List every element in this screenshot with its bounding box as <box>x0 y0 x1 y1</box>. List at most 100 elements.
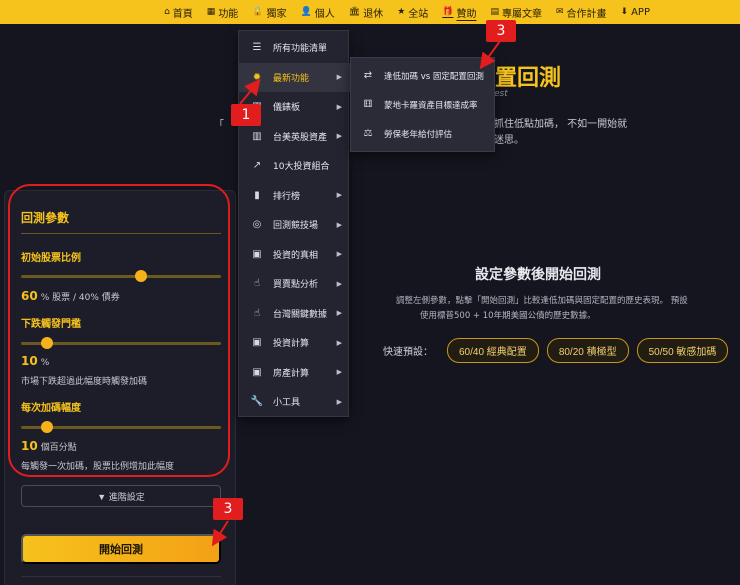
nav-item-6[interactable]: 🎁 贊助 <box>442 5 476 20</box>
new-features-submenu: ⇄ 逢低加碼 vs 固定配置回測 ⚅ 蒙地卡羅資產目標達成率 ⚖ 勞保老年給付評估 <box>350 57 495 152</box>
nav-item-label: 個人 <box>314 8 335 20</box>
callout-badge-3-top: 3 <box>486 20 516 42</box>
chevron-right-icon: ▶ <box>336 73 342 81</box>
highlight-ring <box>8 184 230 477</box>
chevron-right-icon: ▶ <box>336 191 342 199</box>
bar-chart-icon: ▮ <box>254 189 260 201</box>
callout-badge-3-bottom: 3 <box>213 498 243 520</box>
nav-item-label: 合作計畫 <box>566 8 607 20</box>
chevron-right-icon: ▶ <box>336 338 342 347</box>
advanced-settings-button[interactable]: ▼ 進階設定 <box>21 485 221 507</box>
page-title: 置回測 <box>495 66 562 91</box>
trend-icon: ↗ <box>252 160 262 171</box>
menu-item-investing-truth[interactable]: ▣ 投資的真相 ▶ <box>239 240 350 269</box>
callout-badge-1: 1 <box>231 104 261 126</box>
dice-icon: ⚅ <box>363 99 373 110</box>
nav-item-2[interactable]: 🔒 獨家 <box>252 5 286 20</box>
target-icon: ◎ <box>252 219 262 230</box>
chevron-right-icon: ▶ <box>336 397 342 406</box>
panel-footer <box>21 576 221 585</box>
document-icon: ▤ <box>490 7 499 17</box>
scale-icon: ⚖ <box>363 128 373 139</box>
handshake-icon: ✉ <box>556 7 564 17</box>
preset-60-40-button[interactable]: 60/40 經典配置 <box>447 338 539 363</box>
chevron-right-icon: ▶ <box>336 279 342 288</box>
wrench-icon: 🔧 <box>250 396 264 407</box>
submenu-item-label: 逢低加碼 vs 固定配置回測 <box>384 71 484 82</box>
nav-item-5[interactable]: ★ 全站 <box>397 5 428 20</box>
menu-item-label: 10大投資組合 <box>273 162 330 172</box>
menu-item-label: 最新功能 <box>273 73 310 84</box>
calculator-icon: ▣ <box>252 248 262 260</box>
menu-item-label: 排行榜 <box>273 191 301 202</box>
nav-item-1[interactable]: ▦ 功能 <box>207 5 239 20</box>
nav-item-label: 獨家 <box>266 8 287 20</box>
submenu-item-monte-carlo[interactable]: ⚅ 蒙地卡羅資產目標達成率 <box>351 90 496 119</box>
nav-item-label: 首頁 <box>172 8 193 20</box>
submenu-item-dip-vs-fixed[interactable]: ⇄ 逢低加碼 vs 固定配置回測 <box>351 61 496 90</box>
menu-item-label: 買賣點分析 <box>273 280 319 290</box>
gear-icon: ✹ <box>252 71 262 83</box>
chevron-right-icon: ▶ <box>336 132 342 140</box>
menu-item-backtest-arena[interactable]: ◎ 回測競技場 ▶ <box>239 210 350 239</box>
menu-item-label: 台美英股資產 <box>273 132 328 143</box>
submenu-item-label: 蒙地卡羅資產目標達成率 <box>384 100 478 111</box>
bank-icon: 🏛 <box>348 7 361 17</box>
quick-presets: 快速預設： 60/40 經典配置 80/20 積極型 50/50 敏感加碼 <box>383 338 729 363</box>
nav-item-label: 功能 <box>218 8 239 20</box>
page-subtitle: est <box>494 89 508 99</box>
menu-item-tw-key-data[interactable]: ☝ 台灣關鍵數據 ▶ <box>239 299 350 328</box>
menu-item-invest-calc[interactable]: ▣ 投資計算 ▶ <box>239 328 350 357</box>
menu-item-label: 投資的真相 <box>273 250 319 261</box>
nav-item-label: 贊助 <box>456 8 477 20</box>
features-dropdown-menu: ☰所有功能清單✹最新功能▶▦儀錶板▶▥台美英股資產▶↗10大投資組合▮排行榜▶◎… <box>238 30 350 417</box>
download-icon: ⬇ <box>620 7 629 17</box>
menu-item-label: 台灣關鍵數據 <box>273 309 328 320</box>
nav-item-4[interactable]: 🏛 退休 <box>349 5 383 20</box>
menu-item-label: 儀錶板 <box>273 103 301 113</box>
grid-icon: ▦ <box>206 7 216 17</box>
nav-item-0[interactable]: ⌂ 首頁 <box>164 5 193 20</box>
empty-state-desc-line2: 使用標普500 + 10年期美國公債的歷史數據。 <box>420 311 596 321</box>
nav-item-label: 全站 <box>408 8 429 20</box>
menu-item-property-calc[interactable]: ▣ 房產計算 ▶ <box>239 358 350 387</box>
calculator-icon: ▣ <box>252 337 262 348</box>
nav-item-label: APP <box>631 6 650 18</box>
swap-icon: ⇄ <box>363 70 373 81</box>
star-icon: ★ <box>397 7 406 17</box>
nav-item-9[interactable]: ⬇ APP <box>621 7 650 18</box>
preset-80-20-button[interactable]: 80/20 積極型 <box>546 338 629 363</box>
start-backtest-button[interactable]: 開始回測 <box>21 534 221 564</box>
gift-icon: 🎁 <box>442 7 454 17</box>
menu-item-label: 房產計算 <box>273 368 310 379</box>
nav-item-3[interactable]: 👤 個人 <box>301 5 335 20</box>
pointer-icon: ☝ <box>253 278 261 289</box>
menu-item-trade-point[interactable]: ☝ 買賣點分析 ▶ <box>239 269 350 298</box>
chart-icon: ▥ <box>252 130 262 142</box>
nav-item-7[interactable]: ▤ 專屬文章 <box>490 5 542 20</box>
menu-item-ranking[interactable]: ▮ 排行榜 ▶ <box>239 181 350 210</box>
user-icon: 👤 <box>300 7 312 17</box>
chevron-right-icon: ▶ <box>336 368 342 376</box>
menu-item-new-features[interactable]: ✹ 最新功能 ▶ <box>239 62 350 92</box>
lock-icon: 🔒 <box>252 7 264 17</box>
menu-item-label: 投資計算 <box>273 339 310 349</box>
nav-item-label: 退休 <box>363 8 384 20</box>
chevron-right-icon: ▶ <box>336 102 342 111</box>
preset-50-50-button[interactable]: 50/50 敏感加碼 <box>636 338 729 363</box>
chevron-right-icon: ▶ <box>336 220 342 229</box>
menu-item-label: 回測競技場 <box>273 221 319 231</box>
menu-item-top10-portfolio[interactable]: ↗ 10大投資組合 <box>239 151 350 180</box>
quick-presets-label: 快速預設： <box>383 347 433 358</box>
chevron-right-icon: ▶ <box>336 250 342 258</box>
menu-item-all-features[interactable]: ☰ 所有功能清單 <box>239 33 350 62</box>
menu-item-label: 所有功能清單 <box>273 44 328 54</box>
empty-state-desc-line1: 調整左側參數，點擊「開始回測」比較逢低加碼與固定配置的歷史表現。 預設 <box>396 296 688 306</box>
pointer-icon: ☝ <box>253 307 261 319</box>
submenu-item-labor-pension[interactable]: ⚖ 勞保老年給付評估 <box>351 119 496 148</box>
menu-item-tools[interactable]: 🔧 小工具 ▶ <box>239 387 350 416</box>
nav-item-label: 專屬文章 <box>502 8 542 20</box>
nav-item-8[interactable]: ✉ 合作計畫 <box>556 5 607 20</box>
home-icon: ⌂ <box>164 7 170 17</box>
hero-quote-mark: 「 <box>214 120 224 131</box>
